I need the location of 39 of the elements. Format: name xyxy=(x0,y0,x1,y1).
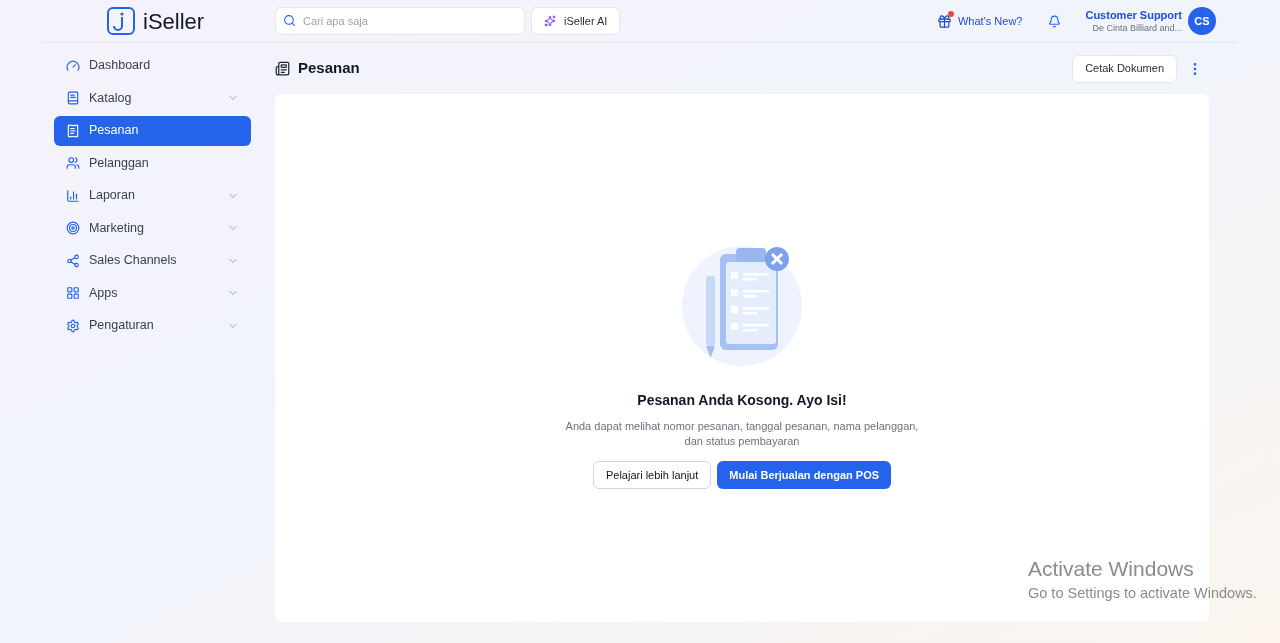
sparkle-icon xyxy=(544,15,556,27)
empty-title: Pesanan Anda Kosong. Ayo Isi! xyxy=(637,391,847,410)
learn-more-button[interactable]: Pelajari lebih lanjut xyxy=(592,461,712,489)
share-icon xyxy=(66,253,80,268)
sidebar-item[interactable]: Apps xyxy=(54,278,251,308)
sidebar-item[interactable]: Laporan xyxy=(54,181,251,211)
whats-new-link[interactable]: What's New? xyxy=(937,12,1023,30)
print-button[interactable]: Cetak Dokumen xyxy=(1072,54,1177,83)
receipt-icon xyxy=(66,123,80,138)
bell-icon[interactable] xyxy=(1048,14,1062,28)
ai-button[interactable]: iSeller AI xyxy=(531,7,621,35)
settings-icon xyxy=(66,318,80,333)
start-pos-button[interactable]: Mulai Berjualan dengan POS xyxy=(717,461,892,489)
empty-description: Anda dapat melihat nomor pesanan, tanggal pesanan, nama pelanggan, dan status pembayaran xyxy=(564,419,920,449)
page-icon xyxy=(275,61,290,76)
target-icon xyxy=(66,221,80,236)
gauge-icon xyxy=(66,58,80,73)
user-avatar[interactable]: CS xyxy=(1188,7,1216,35)
user-name: Customer Support xyxy=(1085,7,1182,22)
activation-message: Go to Settings to activate Windows. xyxy=(1028,584,1257,603)
sidebar-item[interactable]: Pesanan xyxy=(54,116,251,146)
sidebar-item[interactable]: Pengaturan xyxy=(54,311,251,341)
book-icon xyxy=(66,91,80,106)
store-name: De Cinta Billiard and... xyxy=(1092,21,1182,35)
users-icon xyxy=(66,156,80,171)
bar-chart-icon xyxy=(66,188,80,203)
activation-title: Activate Windows xyxy=(1028,556,1195,582)
sidebar-item[interactable]: Pelanggan xyxy=(54,148,251,178)
logo-icon xyxy=(107,7,135,35)
search-field[interactable]: Cari apa saja xyxy=(275,7,525,35)
sidebar-item[interactable]: Marketing xyxy=(54,213,251,243)
grid-icon xyxy=(66,286,80,301)
sidebar-item[interactable]: Dashboard xyxy=(54,51,251,81)
search-icon xyxy=(283,14,296,27)
sidebar-item[interactable]: Sales Channels xyxy=(54,246,251,276)
page-title: Pesanan xyxy=(298,58,360,79)
sidebar-item[interactable]: Katalog xyxy=(54,83,251,113)
gift-icon xyxy=(937,13,952,29)
logo-text: iSeller xyxy=(143,7,205,36)
